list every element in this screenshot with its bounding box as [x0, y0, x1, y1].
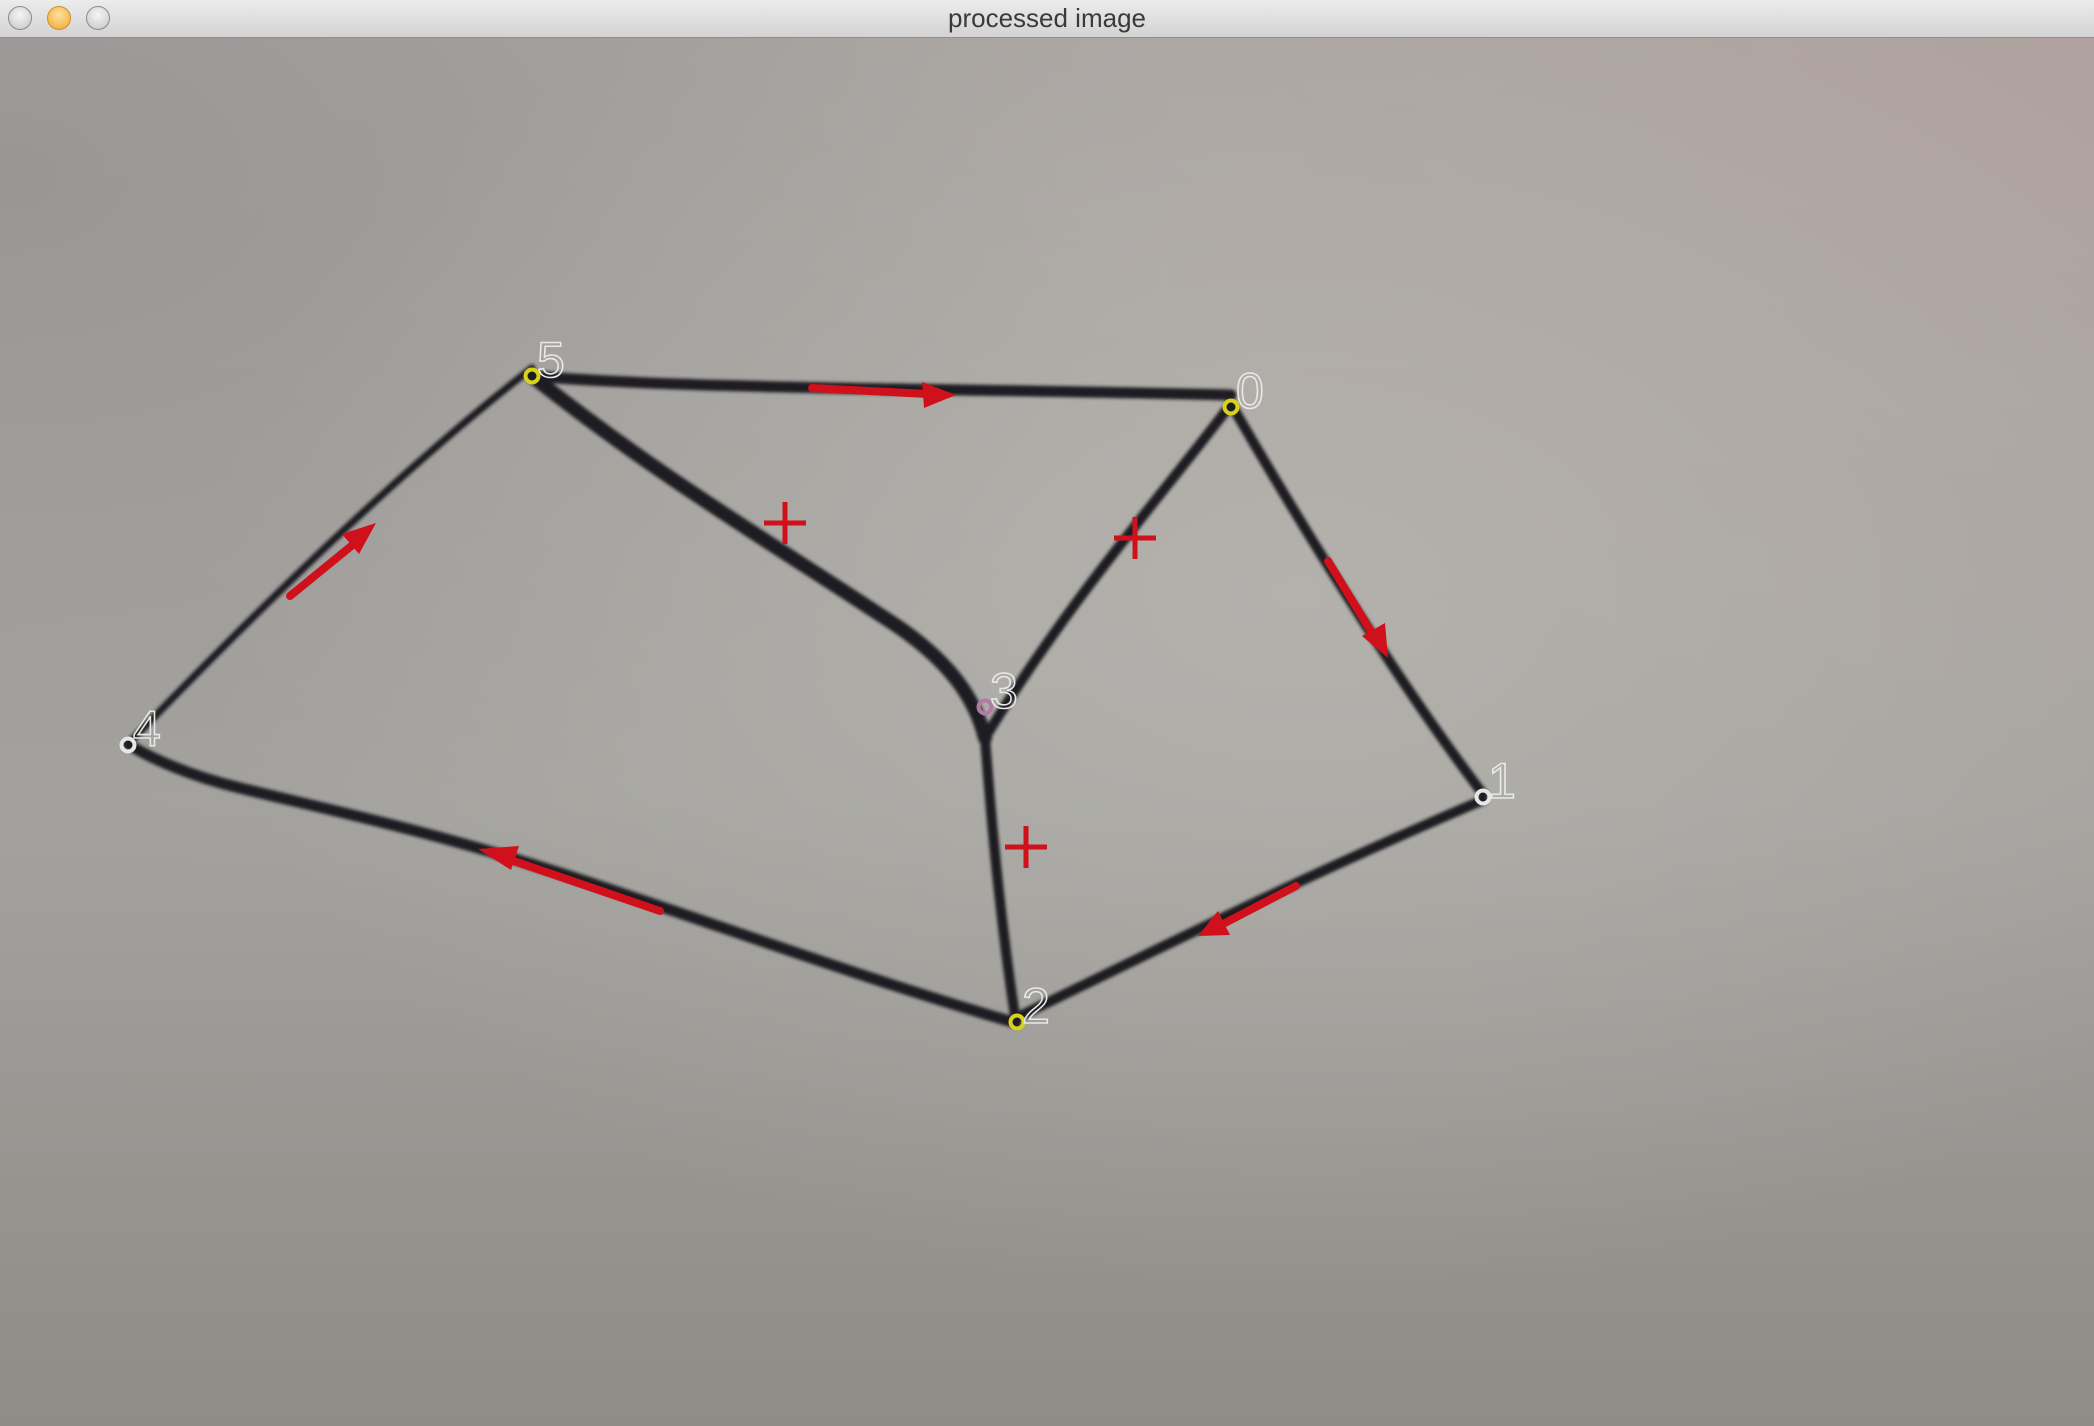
node-label: 0	[1236, 363, 1264, 419]
direction-arrows	[286, 382, 1388, 936]
cross-marker	[1005, 826, 1047, 868]
node-label: 3	[990, 663, 1018, 719]
graph-drawing: 0 1 2 3 4 5	[119, 331, 1517, 1035]
arrow-4-5	[286, 523, 376, 600]
edge-0-1	[1226, 399, 1488, 799]
node-3: 3	[976, 662, 1019, 720]
node-label: 2	[1022, 978, 1050, 1034]
edge-4-5	[124, 364, 536, 748]
arrow-2-4	[478, 846, 664, 915]
edge-3-2	[980, 733, 1021, 1028]
window-title: processed image	[948, 3, 1146, 33]
node-label: 1	[1488, 753, 1516, 809]
processed-image-canvas: 0 1 2 3 4 5	[0, 38, 2094, 1426]
arrow-0-1	[1324, 557, 1388, 658]
edge-0-3	[980, 399, 1236, 743]
app-window: processed image 0 1 2 3 4 5	[0, 0, 2094, 1426]
title-bar[interactable]: processed image	[0, 0, 2094, 38]
graph-edges	[122, 364, 1488, 1029]
graph-nodes: 0 1 2 3 4 5	[119, 331, 1517, 1035]
edge-5-3	[525, 369, 992, 745]
arrow-1-2	[1198, 882, 1300, 936]
node-label: 4	[133, 701, 161, 757]
node-label: 5	[537, 332, 565, 388]
